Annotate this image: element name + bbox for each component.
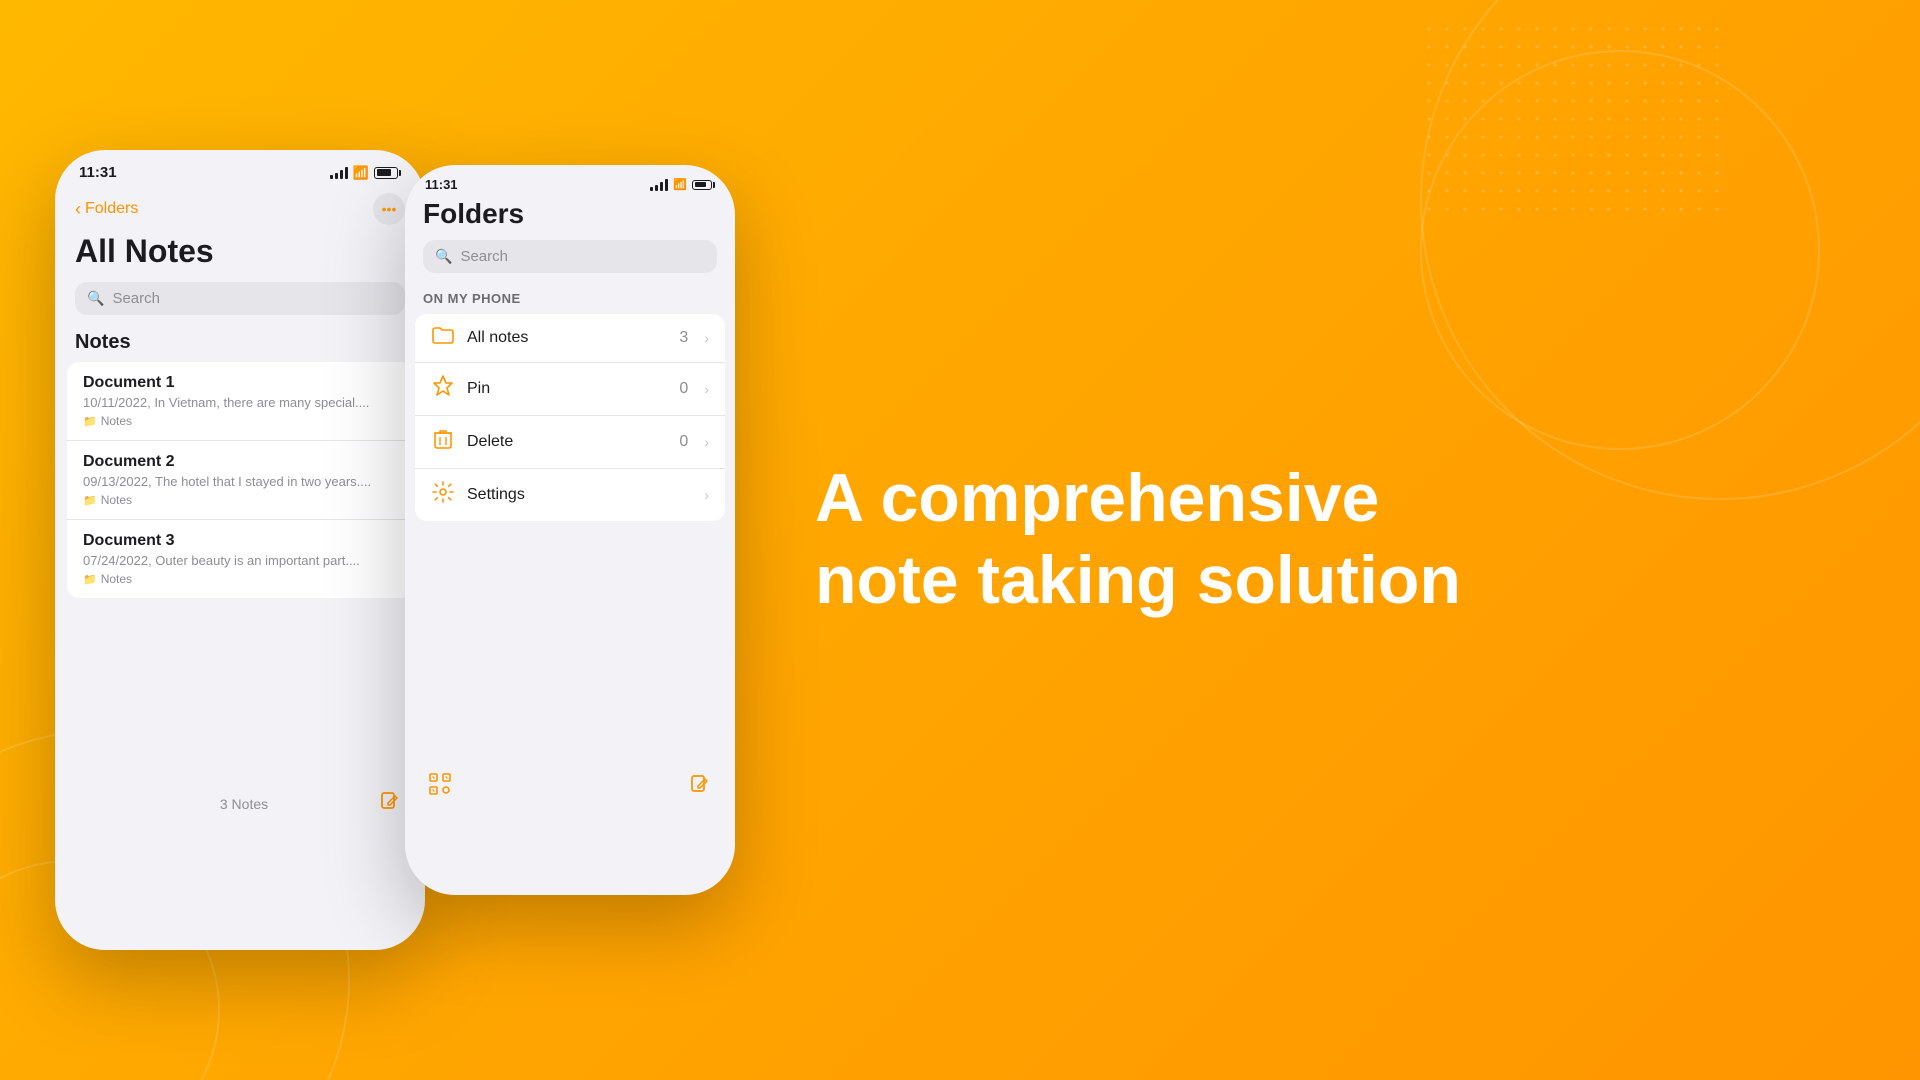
delete-label: Delete (467, 433, 667, 451)
section-header-1: Notes (55, 331, 425, 362)
search-icon-1: 🔍 (87, 290, 104, 307)
bottom-bar-1: 3 Notes (55, 778, 425, 838)
phone-folders: 11:31 📶 Folders 🔍 (405, 165, 735, 895)
settings-label: Settings (467, 486, 676, 504)
pin-label: Pin (467, 380, 667, 398)
hero-line1: A comprehensive (815, 460, 1379, 536)
ellipsis-icon: ••• (382, 201, 397, 217)
note-folder-2: 📁 Notes (83, 493, 397, 507)
signal-icon-1 (330, 167, 348, 179)
time-2: 11:31 (425, 177, 458, 192)
main-layout: 11:31 📶 ‹ Fo (0, 0, 1920, 1080)
bottom-bar-2 (405, 761, 735, 821)
note-title-1: Document 1 (83, 374, 397, 392)
phone-all-notes: 11:31 📶 ‹ Fo (55, 150, 425, 950)
battery-icon-2 (692, 180, 715, 190)
allnotes-label: All notes (467, 329, 667, 347)
search-bar-1[interactable]: 🔍 Search (75, 282, 405, 315)
gear-icon (431, 481, 455, 509)
battery-icon-1 (374, 167, 401, 179)
trash-icon (431, 428, 455, 456)
compose-icon-2[interactable] (689, 773, 711, 801)
notes-count: 3 Notes (220, 796, 268, 812)
settings-chevron: › (704, 487, 709, 503)
status-bar-2: 11:31 📶 (405, 165, 735, 198)
nav-bar-1: ‹ Folders ••• (55, 189, 425, 233)
hero-line2: note taking solution (815, 542, 1461, 618)
time-1: 11:31 (79, 164, 117, 181)
signal-icon-2 (650, 179, 668, 191)
note-preview-1: 10/11/2022, In Vietnam, there are many s… (83, 395, 397, 410)
status-icons-1: 📶 (330, 165, 401, 181)
note-folder-1: 📁 Notes (83, 414, 397, 428)
search-icon-2: 🔍 (435, 248, 452, 265)
folder-item-settings[interactable]: Settings › (415, 469, 725, 521)
pin-chevron: › (704, 381, 709, 397)
note-item-1[interactable]: Document 1 10/11/2022, In Vietnam, there… (67, 362, 413, 441)
note-item-2[interactable]: Document 2 09/13/2022, The hotel that I … (67, 441, 413, 520)
folders-list: All notes 3 › Pin 0 › (415, 314, 725, 521)
note-item-3[interactable]: Document 3 07/24/2022, Outer beauty is a… (67, 520, 413, 598)
more-button-1[interactable]: ••• (373, 193, 405, 225)
search-placeholder-1: Search (112, 290, 160, 307)
note-preview-3: 07/24/2022, Outer beauty is an important… (83, 553, 397, 568)
folder-icon-small-1: 📁 (83, 415, 97, 428)
pin-count: 0 (679, 380, 688, 398)
page-title-1: All Notes (55, 233, 425, 282)
allnotes-count: 3 (679, 329, 688, 347)
hero-tagline: A comprehensive note taking solution (815, 458, 1461, 621)
note-title-3: Document 3 (83, 532, 397, 550)
delete-chevron: › (704, 434, 709, 450)
hero-section: A comprehensive note taking solution (735, 458, 1920, 621)
folder-icon-small-2: 📁 (83, 494, 97, 507)
back-label-1: Folders (85, 200, 138, 218)
folder-item-allnotes[interactable]: All notes 3 › (415, 314, 725, 363)
folder-item-pin[interactable]: Pin 0 › (415, 363, 725, 416)
notes-list: Document 1 10/11/2022, In Vietnam, there… (67, 362, 413, 598)
pin-folder-icon (431, 375, 455, 403)
allnotes-chevron: › (704, 330, 709, 346)
folder-item-delete[interactable]: Delete 0 › (415, 416, 725, 469)
wifi-icon-1: 📶 (353, 165, 369, 181)
page-title-2: Folders (405, 198, 735, 240)
scan-icon[interactable] (429, 773, 451, 801)
status-bar-1: 11:31 📶 (55, 150, 425, 189)
delete-count: 0 (679, 433, 688, 451)
allnotes-folder-icon (431, 326, 455, 350)
wifi-icon-2: 📶 (673, 178, 687, 191)
folder-icon-small-3: 📁 (83, 573, 97, 586)
note-title-2: Document 2 (83, 453, 397, 471)
section-header-2: On My Phone (405, 287, 735, 314)
search-bar-2[interactable]: 🔍 Search (423, 240, 717, 273)
search-placeholder-2: Search (460, 248, 508, 265)
compose-icon-1[interactable] (379, 790, 401, 818)
status-icons-2: 📶 (650, 178, 715, 191)
chevron-left-icon: ‹ (75, 200, 81, 218)
note-folder-3: 📁 Notes (83, 572, 397, 586)
note-preview-2: 09/13/2022, The hotel that I stayed in t… (83, 474, 397, 489)
back-button-1[interactable]: ‹ Folders (75, 200, 138, 218)
